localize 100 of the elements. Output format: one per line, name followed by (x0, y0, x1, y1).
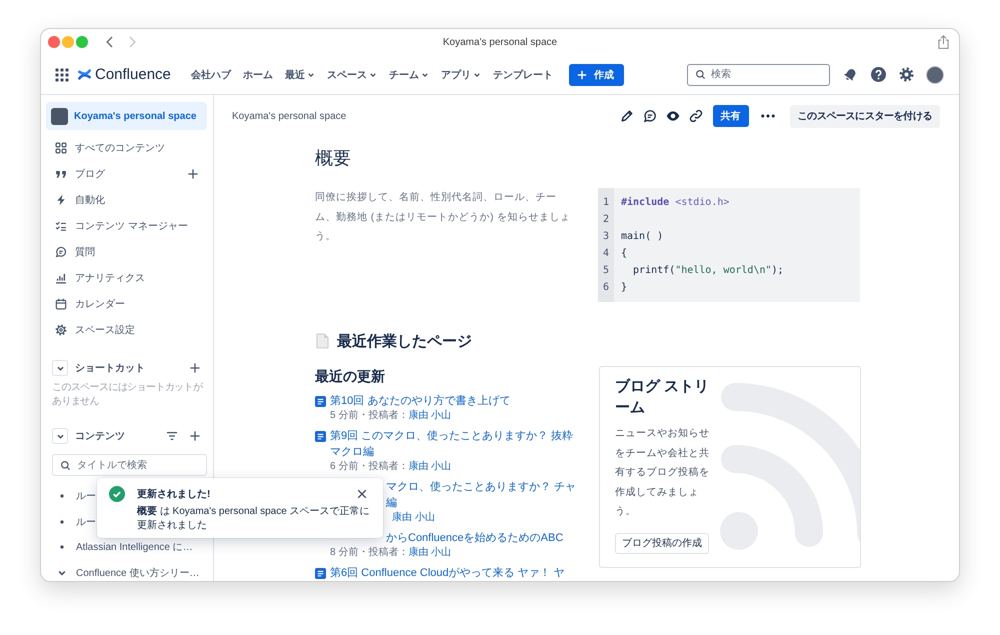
author-link[interactable]: 康由 小山 (408, 546, 452, 559)
sidebar-item[interactable]: カレンダー (46, 291, 207, 317)
calendar-icon (55, 298, 67, 310)
page-link[interactable]: からConfluenceを始めるためのABC (386, 530, 564, 546)
page-link[interactable]: 第6回 Confluence Cloudがやって来る ヤァ！ ヤ (330, 565, 565, 581)
logo-icon[interactable] (78, 68, 91, 81)
eye-icon[interactable] (666, 109, 680, 123)
comment-icon[interactable] (642, 109, 657, 123)
author-link[interactable]: 康由 小山 (392, 511, 435, 524)
breadcrumb-link[interactable]: Koyama's personal space (232, 110, 346, 122)
nav-menu-item[interactable]: 最近 (278, 64, 321, 86)
chevron-down-icon (306, 70, 315, 78)
close-icon[interactable] (357, 489, 367, 499)
page-icon (315, 430, 326, 442)
chevron-down-icon (472, 70, 481, 78)
user-avatar[interactable] (926, 66, 944, 84)
updates-title: 最近の更新 (315, 367, 385, 386)
app-grid-icon[interactable] (55, 68, 69, 82)
bullet-icon (60, 494, 64, 498)
page-link[interactable]: マクロ、使ったことありますか？ チャ 編 (386, 479, 576, 511)
page-icon (315, 396, 326, 406)
nav-menu-item[interactable]: スペース (320, 64, 383, 86)
page-link[interactable]: 第10回 あなたのやり方で書き上げて (330, 393, 510, 409)
code-line: { (621, 247, 628, 261)
line-number: 6 (602, 281, 610, 295)
plus-icon[interactable] (190, 431, 200, 441)
nav-menu-item[interactable]: チーム (382, 64, 435, 86)
chevron-down-icon (368, 70, 377, 78)
author-link[interactable]: 康由 小山 (408, 460, 452, 473)
pencil-icon[interactable] (620, 109, 634, 123)
author-link[interactable]: 康由 小山 (408, 409, 452, 422)
nav-menu-item[interactable]: テンプレート (486, 64, 559, 86)
settings-icon[interactable] (899, 67, 914, 82)
line-number: 1 (602, 196, 610, 210)
plus-icon[interactable] (190, 363, 200, 373)
plus-icon[interactable] (188, 169, 198, 179)
blog-description: ニュースやお知らせをチームや会社と共有するブログ投稿を作成してみましょう。 (615, 427, 710, 519)
update-meta: 6 分前・投稿者： (330, 460, 408, 473)
toast-message: 概要 は Koyama's personal space スペースで正常に更新されました (137, 505, 371, 533)
tree-item[interactable]: ルー (46, 514, 96, 530)
tree-item[interactable]: Atlassian Intelligence に… (46, 539, 193, 555)
sidebar-item[interactable]: アナリティクス (46, 265, 207, 291)
bell-icon[interactable] (843, 67, 858, 82)
line-number: 3 (602, 230, 610, 244)
section-title: ショートカット (75, 362, 145, 375)
create-button[interactable]: 作成 (568, 64, 624, 86)
space-header[interactable]: Koyama's personal space (46, 102, 207, 130)
sidebar-item[interactable]: すべてのコンテンツ (46, 135, 207, 161)
tree-item[interactable]: Confluence 使い方シリー… (46, 564, 200, 580)
lightning-icon (55, 194, 67, 206)
nav-menu-item[interactable]: アプリ (434, 64, 487, 86)
chevron-down-icon (420, 70, 429, 78)
filter-icon[interactable] (166, 431, 178, 441)
more-icon[interactable] (760, 114, 775, 118)
sidebar-item[interactable]: コンテンツ マネージャー (46, 213, 207, 239)
product-name: Confluence (95, 66, 171, 83)
page-link[interactable]: 第9回 このマクロ、使ったことありますか？ 抜粋 マクロ編 (330, 428, 574, 460)
nav-menu-item[interactable]: 会社ハブ (184, 64, 237, 86)
update-meta: 8 分前・投稿者： (330, 546, 408, 559)
speech-bubble-icon (55, 246, 67, 258)
section-title: コンテンツ (75, 430, 125, 443)
search-field[interactable]: 検索 (687, 64, 830, 86)
share-icon[interactable] (938, 35, 949, 49)
empty-message: このスペースにはショートカットがありません (52, 381, 204, 409)
link-icon[interactable] (688, 109, 703, 123)
blog-title: ブログ ストリーム (615, 377, 710, 418)
close-window-icon[interactable] (48, 36, 60, 48)
update-meta: 5 分前・投稿者： (330, 409, 408, 422)
settings-icon (55, 324, 67, 336)
collapse-button[interactable] (52, 428, 68, 444)
help-icon[interactable] (871, 67, 886, 82)
share-button[interactable]: 共有 (712, 105, 749, 127)
line-number: 2 (602, 213, 610, 227)
toast-title: 更新されました! (137, 487, 210, 501)
bullet-icon (60, 520, 64, 524)
create-blog-button[interactable]: ブログ投稿の作成 (615, 532, 709, 554)
star-space-button[interactable]: このスペースにスターを付ける (790, 104, 940, 128)
nav-menu-item[interactable]: ホーム (236, 64, 279, 86)
check-circle-icon (109, 486, 125, 502)
code-line: printf("hello, world\n"); (632, 264, 784, 278)
bar-chart-icon (55, 272, 67, 284)
search-icon (695, 69, 706, 80)
space-avatar (51, 108, 68, 124)
tree-item[interactable]: ルー (46, 488, 96, 504)
sidebar-item[interactable]: 質問 (46, 239, 207, 265)
back-icon[interactable] (106, 36, 113, 48)
code-line: #include <stdio.h> (621, 196, 730, 210)
collapse-button[interactable] (52, 360, 68, 376)
quote-icon (55, 168, 67, 180)
document-icon (316, 333, 329, 349)
code-line: } (621, 281, 628, 295)
sidebar-item[interactable]: スペース設定 (46, 317, 207, 343)
page-icon (315, 568, 326, 578)
line-number: 5 (602, 264, 610, 278)
intro-text: 同僚に挨拶して、名前、性別代名詞、ロール、チーム、勤務地 (またはリモートかどうか) を知らせましょう。 (315, 190, 572, 244)
code-line: main( ) (621, 230, 664, 244)
section-heading: 最近作業したページ (337, 332, 472, 350)
sidebar-item[interactable]: ブログ (46, 161, 207, 187)
sidebar-item[interactable]: 自動化 (46, 187, 207, 213)
search-icon (60, 460, 71, 470)
